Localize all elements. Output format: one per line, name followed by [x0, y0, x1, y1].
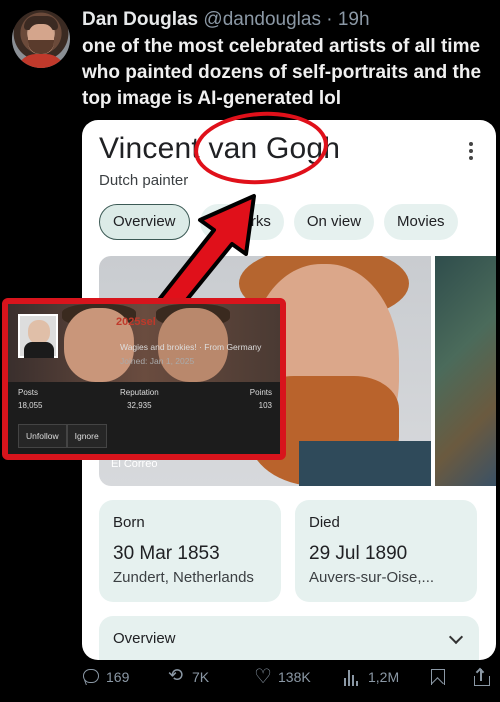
tab-on-view: On view [293, 204, 375, 240]
heart-icon [254, 664, 272, 689]
overview-accordion-label: Overview [113, 630, 176, 647]
stat-reputation: Reputation 32,935 [120, 388, 159, 410]
reply-icon [82, 668, 100, 686]
views-count: 1,2M [368, 669, 400, 685]
stat-points-label: Points [249, 388, 272, 397]
author-name[interactable]: Dan Douglas [82, 9, 198, 30]
profile-stats: Posts 18,055 Reputation 32,935 Points 10… [8, 388, 280, 424]
bookmark-button[interactable] [428, 668, 446, 686]
chevron-down-icon [448, 629, 464, 645]
more-options-icon [468, 142, 474, 160]
share-icon [472, 667, 490, 686]
born-label: Born [113, 514, 145, 531]
retweet-icon [168, 665, 186, 686]
profile-joined: Joined: Jan 1, 2025 [120, 356, 195, 366]
author-handle[interactable]: @dandouglas [203, 9, 321, 30]
bookmark-icon [428, 668, 446, 686]
header-separator: · [326, 9, 333, 30]
views-button[interactable]: 1,2M [344, 668, 399, 686]
born-place: Zundert, Netherlands [113, 569, 254, 586]
stat-points-value: 103 [258, 401, 272, 410]
stat-reputation-value: 32,935 [127, 401, 152, 410]
stat-posts-label: Posts [18, 388, 39, 397]
profile-buttons: Unfollow Ignore [18, 424, 107, 448]
red-arrow-annotation [152, 194, 256, 318]
views-icon [344, 668, 362, 686]
reply-count: 169 [106, 669, 130, 685]
born-card: Born 30 Mar 1853 Zundert, Netherlands [99, 500, 281, 602]
stat-reputation-label: Reputation [120, 388, 159, 397]
painting-thumbnail [435, 256, 496, 486]
tweet-text: one of the most celebrated artists of al… [82, 36, 482, 109]
stat-posts: Posts 18,055 [18, 388, 42, 410]
stat-points: Points 103 [250, 388, 272, 410]
died-card: Died 29 Jul 1890 Auvers-sur-Oise,... [295, 500, 477, 602]
born-date: 30 Mar 1853 [113, 543, 220, 564]
retweet-count: 7K [192, 669, 210, 685]
unfollow-button: Unfollow [18, 424, 67, 448]
overlay-profile-screenshot: 2025sel Wagies and brokies! · From Germa… [2, 298, 286, 460]
tweet-action-bar: 169 7K 138K 1,2M [82, 664, 496, 692]
retweet-button[interactable]: 7K [168, 665, 210, 686]
tweet-timestamp[interactable]: 19h [338, 9, 370, 30]
profile-bio: Wagies and brokies! · From Germany [120, 342, 262, 352]
author-avatar[interactable] [12, 10, 70, 68]
reply-button[interactable]: 169 [82, 668, 129, 686]
tab-movies: Movies [384, 204, 458, 240]
profile-avatar [18, 314, 58, 358]
stat-posts-value: 18,055 [18, 401, 43, 410]
profile-username: 2025sel [116, 316, 156, 328]
died-place: Auvers-sur-Oise,... [309, 569, 435, 586]
overview-accordion: Overview [99, 616, 479, 660]
like-count: 138K [278, 669, 311, 685]
died-label: Died [309, 514, 340, 531]
tweet-header: Dan Douglas @dandouglas · 19h [82, 8, 370, 32]
like-button[interactable]: 138K [254, 664, 311, 689]
ignore-button: Ignore [66, 424, 107, 448]
died-date: 29 Jul 1890 [309, 543, 408, 564]
share-button[interactable] [472, 667, 490, 686]
